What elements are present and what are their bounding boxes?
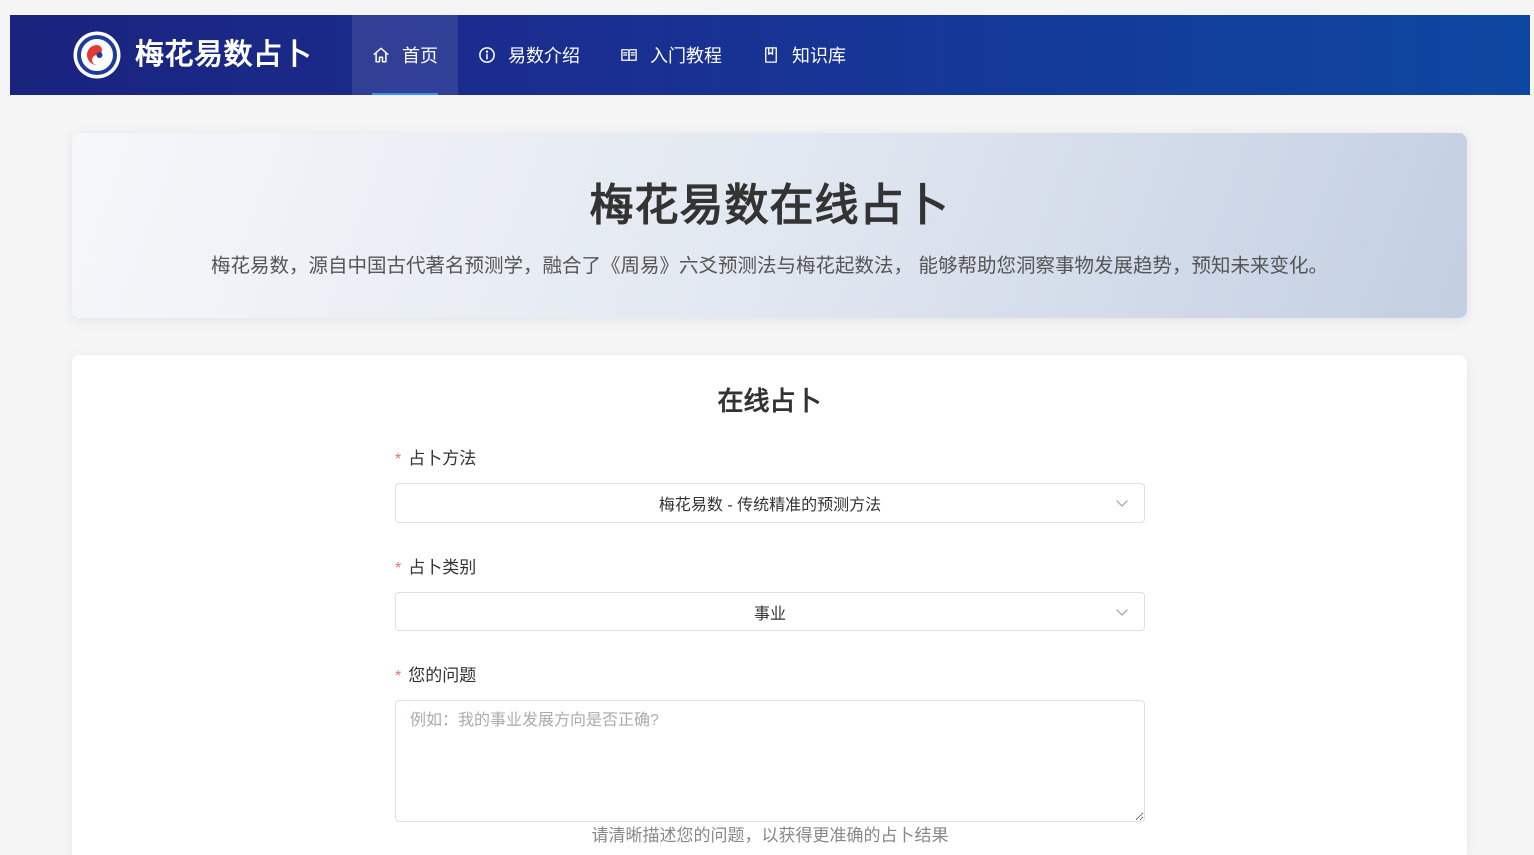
book-open-icon xyxy=(620,46,638,64)
info-icon xyxy=(478,46,496,64)
chevron-down-icon xyxy=(1115,605,1129,619)
top-nav-bar: 梅花易数占卜 首页 易数介绍 入门教程 知识库 xyxy=(10,15,1530,95)
home-icon xyxy=(372,46,390,64)
nav-item-label: 首页 xyxy=(402,46,438,66)
category-label-text: 占卜类别 xyxy=(408,558,477,577)
method-select[interactable]: 梅花易数 - 传统精准的预测方法 xyxy=(395,483,1145,523)
method-label: * 占卜方法 xyxy=(395,448,476,470)
question-textarea[interactable] xyxy=(395,700,1145,822)
hero-banner: 梅花易数在线占卜 梅花易数，源自中国古代著名预测学，融合了《周易》六爻预测法与梅… xyxy=(72,133,1467,318)
hero-description: 梅花易数，源自中国古代著名预测学，融合了《周易》六爻预测法与梅花起数法， 能够帮… xyxy=(211,255,1328,277)
book-icon xyxy=(762,46,780,64)
main-nav: 首页 易数介绍 入门教程 知识库 xyxy=(352,15,866,95)
site-logo[interactable]: 梅花易数占卜 xyxy=(73,31,312,79)
divination-form-card: 在线占卜 * 占卜方法 梅花易数 - 传统精准的预测方法 * 占卜类别 事业 *… xyxy=(72,355,1467,855)
logo-icon xyxy=(73,31,121,79)
nav-item-label: 易数介绍 xyxy=(508,46,580,66)
required-mark: * xyxy=(395,451,402,468)
question-label-text: 您的问题 xyxy=(408,666,477,685)
nav-item-knowledge[interactable]: 知识库 xyxy=(742,15,866,95)
nav-item-label: 知识库 xyxy=(792,46,846,66)
required-mark: * xyxy=(395,668,402,685)
divination-form: * 占卜方法 梅花易数 - 传统精准的预测方法 * 占卜类别 事业 * 您的问题 xyxy=(395,355,1145,855)
nav-item-label: 入门教程 xyxy=(650,46,722,66)
site-title: 梅花易数占卜 xyxy=(135,39,313,71)
category-select-value: 事业 xyxy=(753,605,786,623)
category-select[interactable]: 事业 xyxy=(395,592,1145,631)
method-select-value: 梅花易数 - 传统精准的预测方法 xyxy=(658,497,882,514)
category-label: * 占卜类别 xyxy=(395,557,476,579)
required-mark: * xyxy=(395,560,402,577)
chevron-down-icon xyxy=(1115,496,1129,510)
question-label: * 您的问题 xyxy=(395,665,476,687)
nav-item-home[interactable]: 首页 xyxy=(352,15,458,95)
question-hint: 请清晰描述您的问题，以获得更准确的占卜结果 xyxy=(591,826,949,845)
method-label-text: 占卜方法 xyxy=(408,449,477,468)
nav-item-intro[interactable]: 易数介绍 xyxy=(458,15,600,95)
nav-item-tutorial[interactable]: 入门教程 xyxy=(600,15,742,95)
hero-title: 梅花易数在线占卜 xyxy=(589,181,950,230)
